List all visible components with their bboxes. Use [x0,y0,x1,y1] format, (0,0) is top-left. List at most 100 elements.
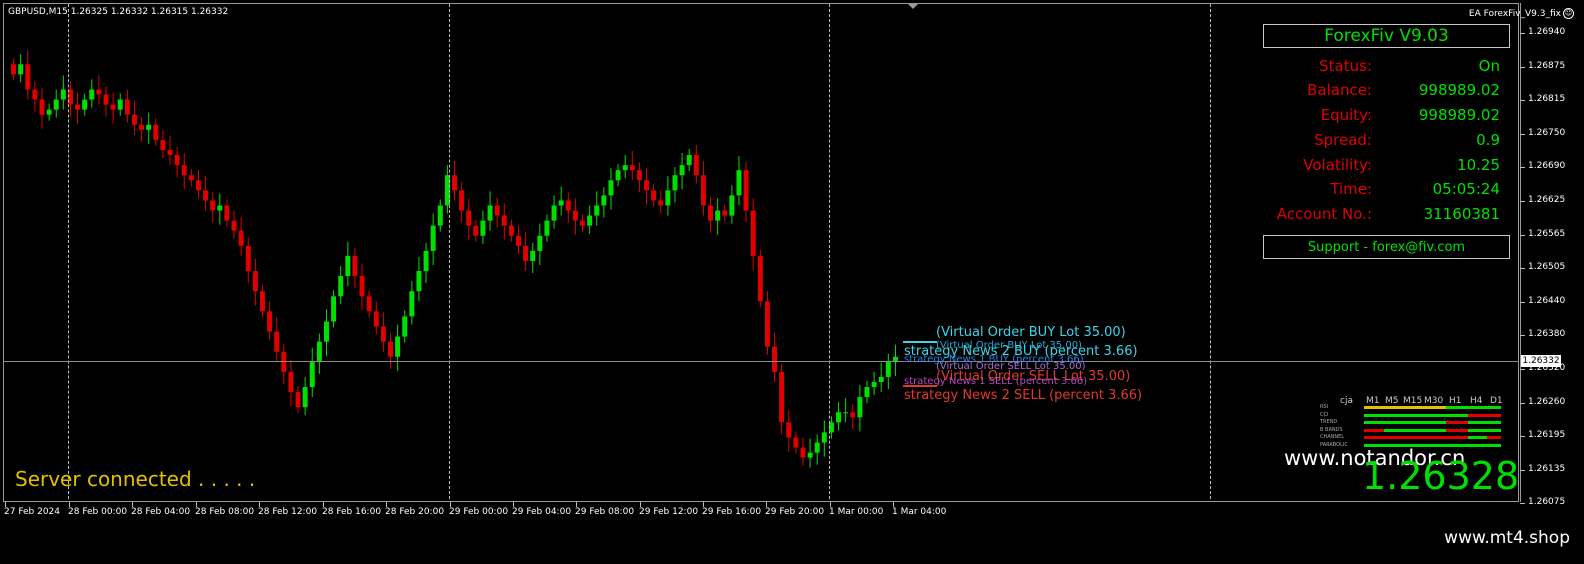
tf-header: H4 [1470,396,1483,406]
indicator-signal [1364,428,1384,432]
indicator-signal [1364,413,1384,417]
candle-body [437,205,443,226]
candle-body [551,205,557,221]
big-bid-price: 1.26328 [1362,454,1520,498]
candle-body [601,195,607,206]
row-key: Spread: [1314,131,1372,149]
candle-body [153,124,159,140]
candle-body [772,346,778,372]
tf-header: H1 [1449,396,1462,406]
candle-body [708,205,714,221]
row-value: 10.25 [1457,156,1500,174]
candle-body [75,104,81,110]
candle-body [160,139,166,150]
candle-body [181,165,187,176]
candle-body [11,64,17,75]
candle-body [523,245,529,261]
candle-body [821,432,827,443]
candle-body [516,235,521,246]
chart-shift-marker[interactable] [908,4,918,9]
candle-body [373,311,379,327]
price-tick [1520,234,1525,236]
price-axis[interactable]: 1.26940 1.26875 1.26815 1.26750 1.26690 1.266… [1520,3,1584,507]
row-value: 0.9 [1476,131,1500,149]
candle-body [636,170,642,181]
candle-body [96,89,102,95]
account-row: Account No.: 31160381 [1263,205,1510,227]
candle-body [572,210,578,221]
candle-body [679,165,685,176]
price-tick [1520,301,1525,303]
candle-body [323,321,329,342]
price-tick [1520,133,1525,135]
row-key: Time: [1330,180,1372,198]
price-label: 1.26505 [1528,262,1566,273]
candle-body [338,276,344,297]
support-button[interactable]: Support - forex@fiv.com [1263,235,1510,259]
candle-body [736,170,742,196]
candle-body [402,316,408,337]
price-tick [1520,201,1525,202]
indicator-signal [1422,406,1446,409]
time-label: 28 Feb 20:00 [385,507,445,517]
candle-body [487,205,493,221]
candle-body [466,210,472,226]
indicator-signal [1446,406,1468,409]
indicator-signal [1403,436,1422,439]
price-label: 1.26565 [1528,228,1566,239]
candle-body [757,255,763,302]
row-value: 998989.02 [1418,81,1500,99]
indicator-signal [1422,436,1446,439]
time-label: 29 Feb 12:00 [639,507,699,517]
price-label: 1.26690 [1528,161,1566,172]
candle-body [615,170,621,181]
candle-body [871,382,877,388]
candle-body [857,397,863,418]
sell-order-marker [903,385,937,387]
candle-body [380,326,386,342]
candle-body [203,190,209,201]
spread-row: Spread: 0.9 [1263,131,1510,153]
candle-body [672,175,678,191]
candle-body [131,114,137,125]
candle-body [82,99,88,110]
candle-body [46,109,52,115]
period-separator [68,4,69,499]
candle-body [167,150,173,156]
time-label: 29 Feb 00:00 [449,507,509,517]
indicator-signal [1422,413,1446,417]
candle-body [473,225,479,236]
row-key: Account No.: [1276,205,1372,223]
tf-header: D1 [1490,396,1503,406]
price-label: 1.26625 [1528,195,1566,205]
indicator-signal [1446,428,1468,432]
candle-body [316,341,322,362]
time-label: 27 Feb 2024 [4,507,61,517]
time-label: 29 Feb 16:00 [702,507,762,517]
price-tick [1520,167,1525,169]
candle-body [195,180,201,191]
candle-body [864,387,870,398]
candle-body [508,225,514,236]
period-separator [449,4,450,499]
price-label: 1.26875 [1528,60,1566,71]
indicator-signal [1384,436,1403,439]
candle-body [800,447,806,458]
indicator-signal [1487,406,1501,409]
price-tick [1520,268,1525,270]
price-label: 1.26940 [1528,27,1566,37]
indicator-signal [1384,406,1403,409]
candle-body [622,165,628,171]
candle-body [807,452,813,458]
price-label: 1.26195 [1528,430,1566,441]
indicator-signal [1384,413,1403,417]
candle-body [388,341,393,357]
price-label: 1.26815 [1528,94,1566,105]
indicator-signal [1468,436,1487,439]
price-tick [1520,503,1525,505]
price-tick [1520,436,1525,438]
price-label: 1.26380 [1528,329,1566,340]
time-row: Time: 05:05:24 [1263,180,1510,202]
candle-body [295,392,301,408]
price-label: 1.26750 [1528,127,1566,138]
